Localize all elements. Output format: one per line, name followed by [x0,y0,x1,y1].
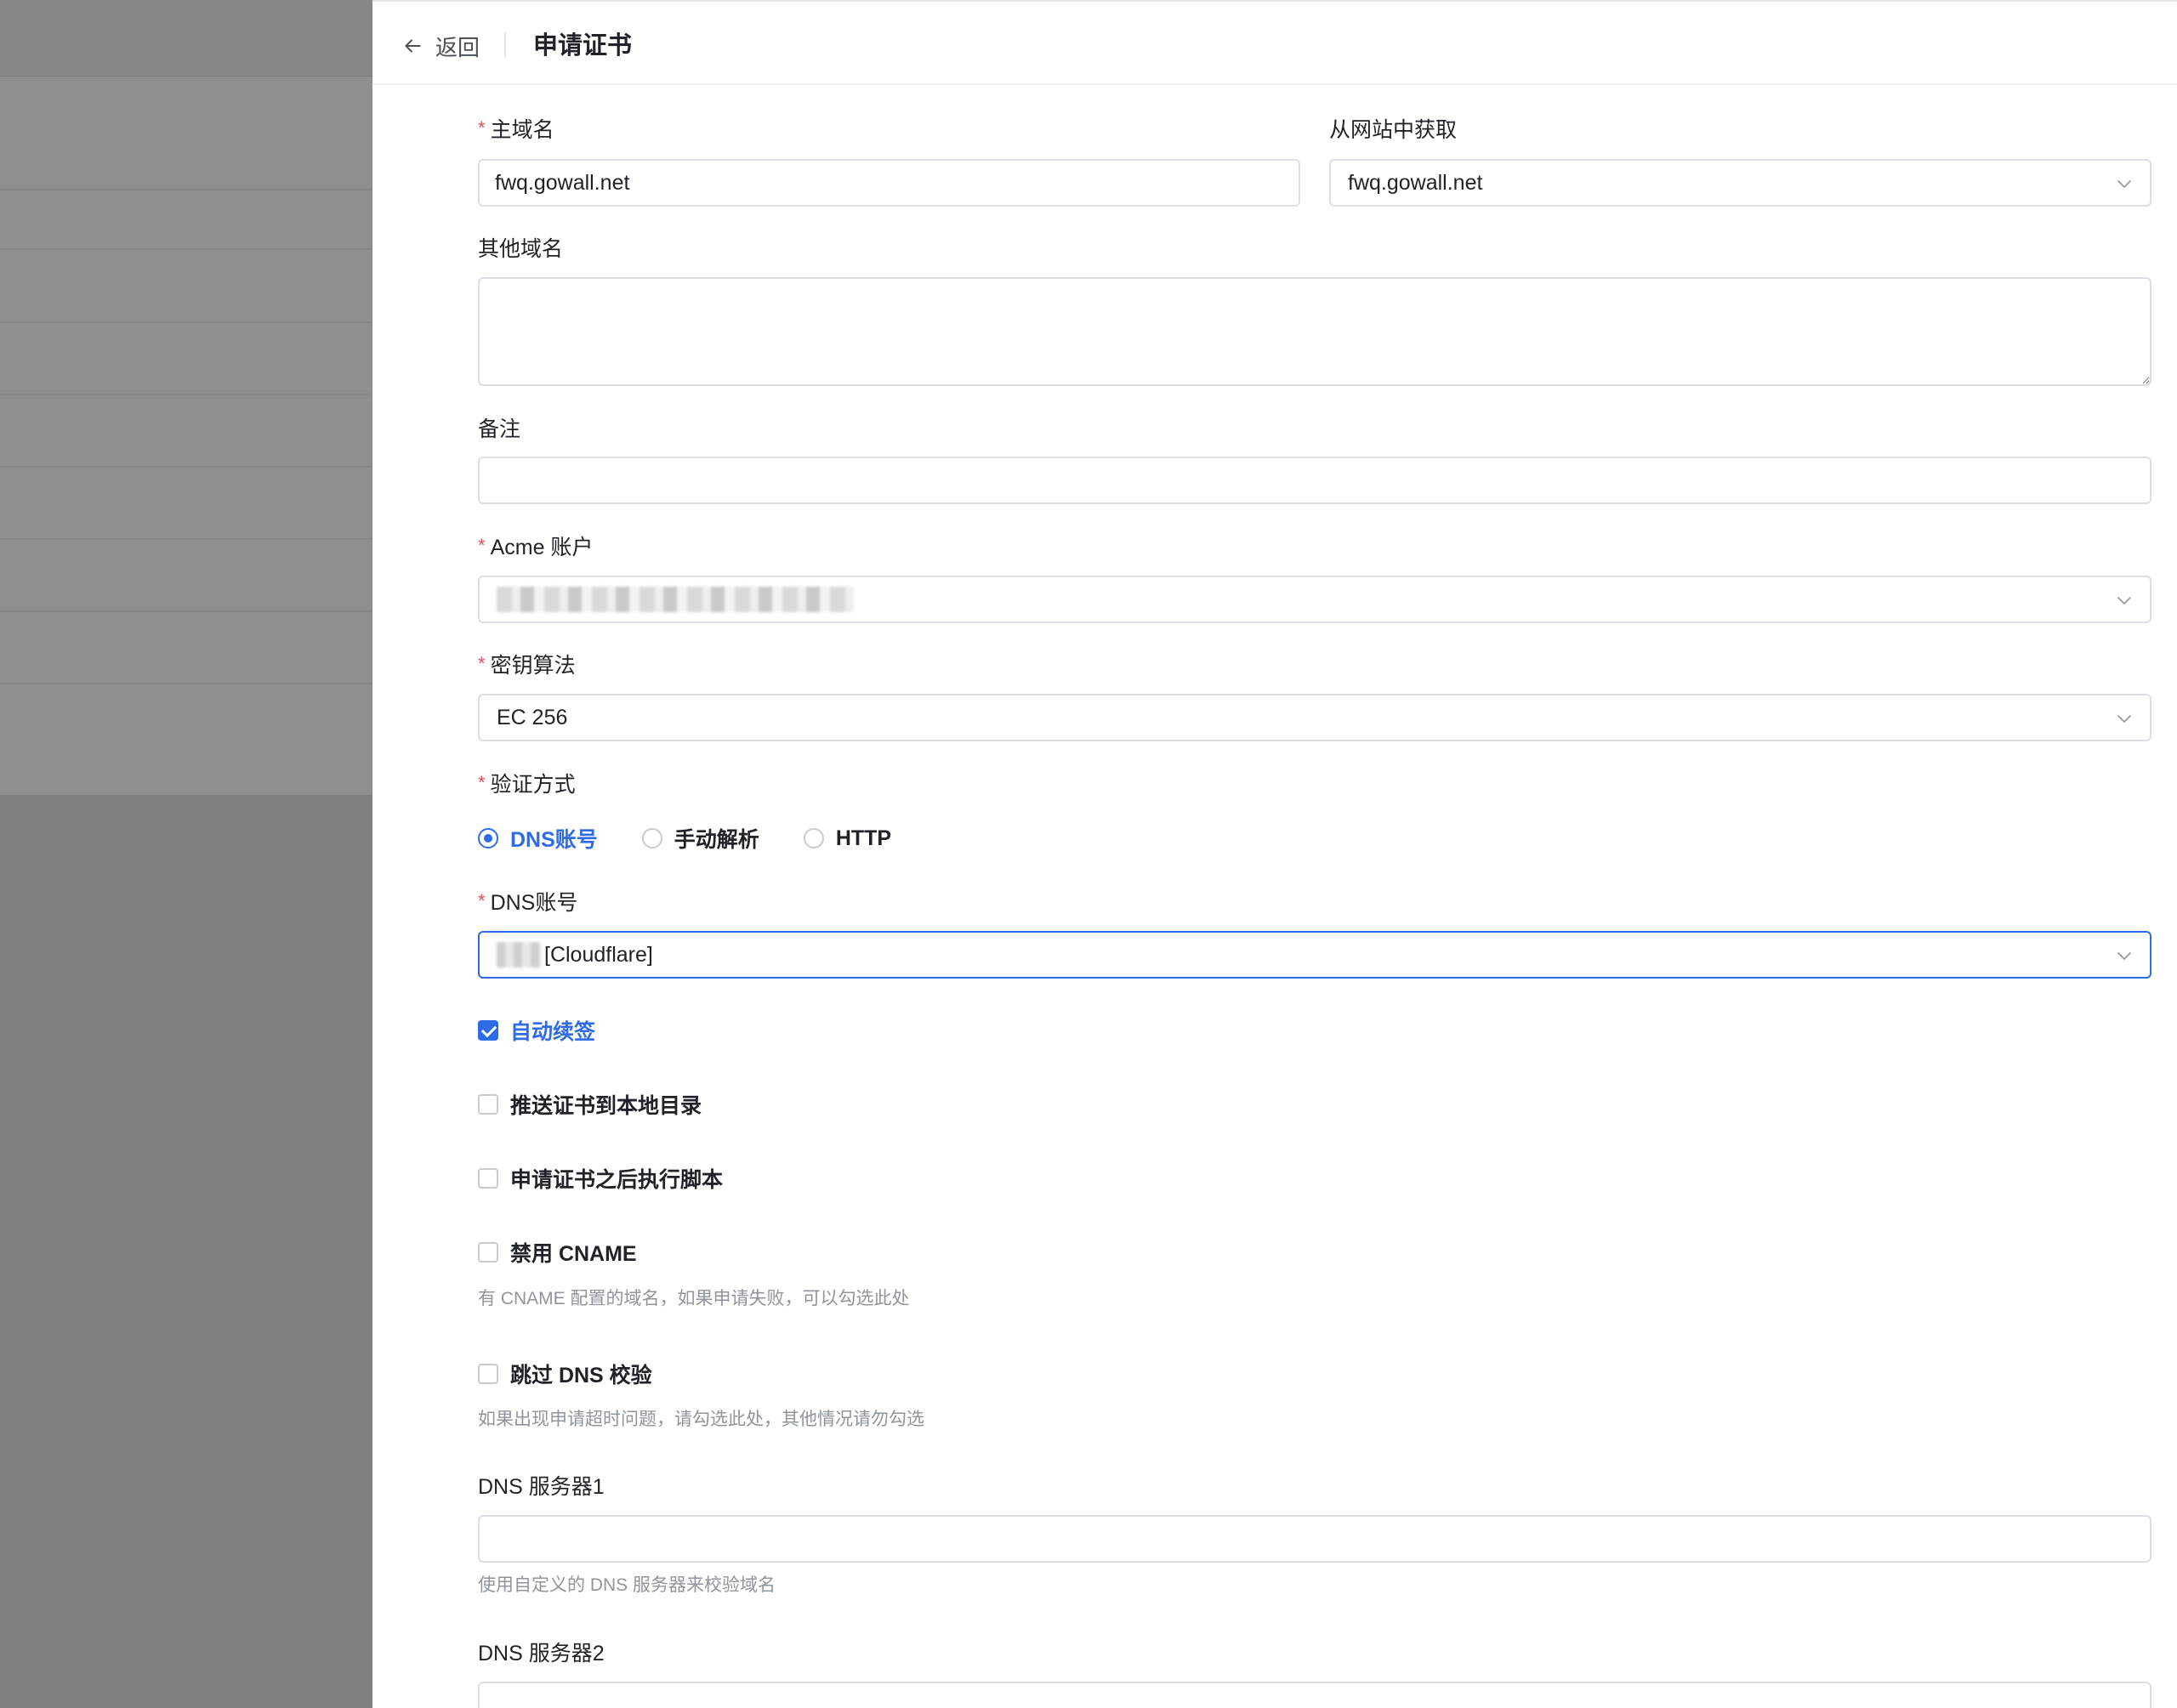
verify-method-radio-group: DNS账号 手动解析 HTTP [478,823,935,854]
chevron-down-icon [2117,180,2131,188]
skip-dns-hint: 如果出现申请超时问题，请勾选此处，其他情况请勿勾选 [478,1410,924,1429]
acme-account-select[interactable] [478,576,2151,623]
required-asterisk: * [478,772,486,793]
dns-account-label: * DNS账号 [478,890,578,915]
background-divider [0,683,372,684]
chevron-down-icon [2117,597,2131,604]
radio-dot [641,828,662,848]
dns-server1-input[interactable] [478,1515,2151,1563]
chevron-down-icon [2117,715,2131,723]
required-asterisk: * [478,653,486,674]
dns-account-select[interactable]: [Cloudflare] [478,931,2151,979]
main-domain-label: * 主域名 [478,117,554,142]
from-site-select[interactable]: fwq.gowall.net [1329,159,2151,207]
dns-server2-input[interactable] [478,1682,2151,1708]
dns-account-value: [Cloudflare] [544,943,653,967]
skip-dns-check-checkbox[interactable]: 跳过 DNS 校验 [478,1359,652,1389]
background-divider [0,248,372,250]
dns-server2-label: DNS 服务器2 [478,1642,605,1665]
dns-server1-label: DNS 服务器1 [478,1475,605,1499]
checkbox-box [478,1094,498,1115]
drawer-header: 返回 申请证书 [372,2,2177,85]
apply-certificate-drawer: 返回 申请证书 *主域名 从网站中获取 fwq.gowall.net 其他域名 … [372,0,2177,1708]
remark-input[interactable] [478,457,2151,504]
radio-http[interactable]: HTTP [803,826,891,851]
key-algo-label: * 密钥算法 [478,653,576,678]
key-algo-select[interactable]: EC 256 [478,694,2151,741]
run-script-checkbox[interactable]: 申请证书之后执行脚本 [478,1163,723,1194]
disable-cname-checkbox[interactable]: 禁用 CNAME [478,1237,637,1268]
background-divider [0,610,372,612]
checkbox-box [478,1168,498,1189]
required-asterisk: * [478,890,486,911]
background-divider [0,394,372,395]
redacted-dns-name [497,942,541,967]
chevron-down-icon [2117,952,2131,960]
radio-dot [803,828,824,848]
header-separator [504,32,506,58]
required-asterisk: * [478,117,486,139]
arrow-left-icon [405,39,421,53]
back-label: 返回 [435,34,480,60]
key-algo-value: EC 256 [497,706,568,729]
acme-account-label: * Acme 账户 [478,535,594,559]
from-site-label: 从网站中获取 [1329,118,1458,142]
push-local-checkbox[interactable]: 推送证书到本地目录 [478,1089,702,1120]
verify-method-label: * 验证方式 [478,772,576,797]
checkbox-box [478,1020,498,1041]
background-divider [0,466,372,468]
required-asterisk: * [478,535,486,556]
radio-manual-resolve[interactable]: 手动解析 [641,823,759,854]
background-content [0,77,372,795]
other-domains-textarea[interactable] [478,277,2151,386]
from-site-value: fwq.gowall.net [1348,171,1483,195]
page-title: 申请证书 [533,32,633,60]
remark-label: 备注 [478,417,521,441]
dns-server1-hint: 使用自定义的 DNS 服务器来校验域名 [478,1575,776,1595]
background-page-overlay [0,0,372,1708]
radio-dot [478,828,498,848]
background-divider [0,189,372,190]
disable-cname-hint: 有 CNAME 配置的域名，如果申请失败，可以勾选此处 [478,1289,910,1308]
background-divider [0,538,372,540]
background-header [0,0,372,77]
checkbox-box [478,1364,498,1384]
other-domains-label: 其他域名 [478,237,564,261]
back-button[interactable]: 返回 [401,29,480,63]
radio-dns-account[interactable]: DNS账号 [478,823,598,854]
background-divider [0,321,372,323]
auto-renew-checkbox[interactable]: 自动续签 [478,1015,595,1046]
redacted-account-value [497,587,854,612]
checkbox-box [478,1242,498,1263]
main-domain-input[interactable] [478,159,1300,207]
